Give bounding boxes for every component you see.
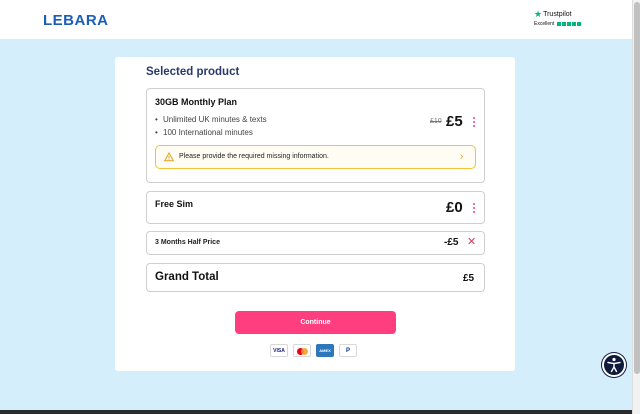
page-scrollbar[interactable]: [632, 0, 640, 414]
sim-price: £0: [446, 199, 463, 216]
site-header: LEBARA ★ Trustpilot Excellent: [0, 0, 632, 39]
scrollbar-thumb[interactable]: [634, 2, 640, 374]
grand-total-row: Grand Total £5: [146, 263, 485, 292]
grand-total-price: £5: [463, 273, 475, 284]
selected-product-card: Selected product 30GB Monthly Plan Unlim…: [115, 57, 515, 371]
trustpilot-badge[interactable]: ★ Trustpilot Excellent: [534, 10, 582, 30]
discount-name: 3 Months Half Price: [155, 239, 220, 246]
plan-menu-icon[interactable]: [473, 117, 476, 127]
discount-price: -£5: [444, 237, 459, 248]
mastercard-icon: [293, 344, 311, 357]
plan-old-price: £10: [430, 118, 442, 125]
plan-feature: 100 International minutes: [155, 127, 267, 140]
amex-icon: AMEX: [316, 344, 334, 357]
trustpilot-rating-stars-icon: [557, 22, 582, 26]
trustpilot-star-icon: ★: [534, 9, 543, 19]
remove-discount-icon[interactable]: ✕: [467, 236, 476, 248]
visa-icon: VISA: [270, 344, 288, 357]
grand-total-label: Grand Total: [155, 271, 219, 283]
trustpilot-rating-text: Excellent: [534, 21, 555, 27]
paypal-icon: P: [339, 344, 357, 357]
plan-features: Unlimited UK minutes & texts 100 Interna…: [155, 114, 267, 139]
bottom-edge: [0, 410, 632, 414]
chevron-right-icon[interactable]: ›: [460, 151, 463, 163]
page-title: Selected product: [146, 66, 240, 78]
missing-info-alert[interactable]: Please provide the required missing info…: [155, 145, 476, 169]
sim-menu-icon[interactable]: [473, 203, 476, 213]
sim-item: Free Sim £0: [146, 191, 485, 224]
accessibility-figure-icon: [607, 357, 621, 373]
plan-name: 30GB Monthly Plan: [155, 97, 238, 107]
payment-methods: VISA AMEX P: [270, 344, 357, 357]
plan-price: £5: [446, 113, 463, 130]
missing-info-text: Please provide the required missing info…: [179, 153, 329, 160]
discount-item: 3 Months Half Price -£5 ✕: [146, 231, 485, 255]
continue-button[interactable]: Continue: [235, 311, 396, 334]
lebara-logo[interactable]: LEBARA: [43, 12, 109, 29]
warning-triangle-icon: [164, 152, 174, 162]
plan-feature: Unlimited UK minutes & texts: [155, 114, 267, 127]
trustpilot-brand: Trustpilot: [543, 11, 572, 18]
plan-item: 30GB Monthly Plan Unlimited UK minutes &…: [146, 88, 485, 183]
sim-name: Free Sim: [155, 199, 194, 209]
accessibility-icon[interactable]: [602, 353, 626, 377]
